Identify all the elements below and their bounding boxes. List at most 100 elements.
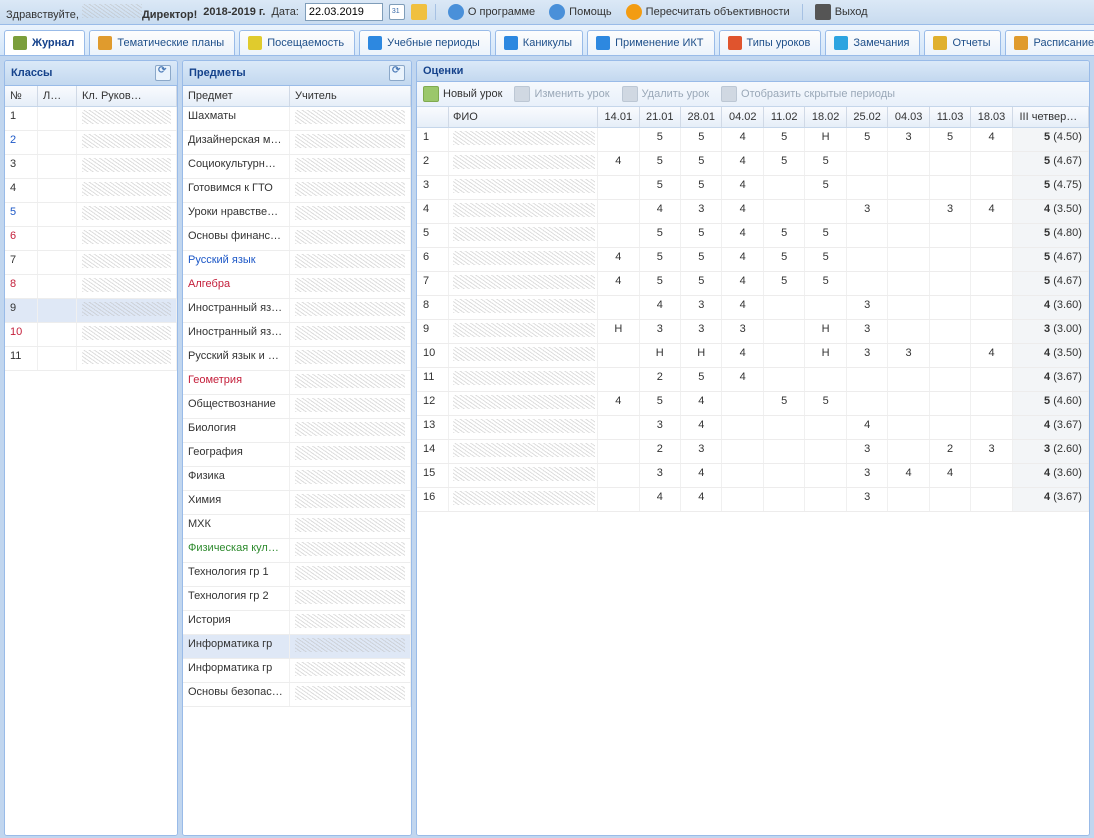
subject-row[interactable]: Русский язык и … bbox=[183, 347, 411, 371]
delete-lesson-button: Удалить урок bbox=[622, 86, 709, 102]
class-row[interactable]: 5 bbox=[5, 203, 177, 227]
grade-row[interactable]: 355455 (4.75) bbox=[417, 176, 1089, 200]
recalc-button[interactable]: Пересчитать объективности bbox=[622, 2, 794, 22]
about-button[interactable]: О программе bbox=[444, 2, 539, 22]
subject-row[interactable]: Иностранный яз… bbox=[183, 323, 411, 347]
tab-icon bbox=[248, 36, 262, 50]
subjects-header: Предметы bbox=[183, 61, 411, 86]
subject-row[interactable]: Обществознание bbox=[183, 395, 411, 419]
classes-panel: Классы № Л… Кл. Руков… 1234567891011 bbox=[4, 60, 178, 836]
tab-отчеты[interactable]: Отчеты bbox=[924, 30, 1001, 55]
subject-row[interactable]: Основы безопас… bbox=[183, 683, 411, 707]
tab-label: Применение ИКТ bbox=[615, 37, 703, 49]
tab-label: Каникулы bbox=[523, 37, 572, 49]
grade-row[interactable]: 9Н333Н33 (3.00) bbox=[417, 320, 1089, 344]
grade-row[interactable]: 15545Н53545 (4.50) bbox=[417, 128, 1089, 152]
grade-row[interactable]: 44343344 (3.50) bbox=[417, 200, 1089, 224]
classes-body: № Л… Кл. Руков… 1234567891011 bbox=[5, 86, 177, 835]
calendar-icon[interactable] bbox=[389, 4, 405, 20]
tab-label: Учебные периоды bbox=[387, 37, 480, 49]
grade-row[interactable]: 14233233 (2.60) bbox=[417, 440, 1089, 464]
grade-row[interactable]: 12454555 (4.60) bbox=[417, 392, 1089, 416]
grade-row[interactable]: 133444 (3.67) bbox=[417, 416, 1089, 440]
tab-типы-уроков[interactable]: Типы уроков bbox=[719, 30, 822, 55]
class-row[interactable]: 2 bbox=[5, 131, 177, 155]
greeting: Здравствуйте, Директор! bbox=[6, 4, 197, 21]
subject-row[interactable]: История bbox=[183, 611, 411, 635]
tab-icon bbox=[504, 36, 518, 50]
class-row[interactable]: 10 bbox=[5, 323, 177, 347]
refresh-icon[interactable] bbox=[389, 65, 405, 81]
class-row[interactable]: 7 bbox=[5, 251, 177, 275]
subject-row[interactable]: Технология гр 2 bbox=[183, 587, 411, 611]
subject-row[interactable]: Физика bbox=[183, 467, 411, 491]
main-area: Классы № Л… Кл. Руков… 1234567891011 Пре… bbox=[0, 56, 1094, 838]
subjects-panel: Предметы Предмет Учитель ШахматыДизайнер… bbox=[182, 60, 412, 836]
tab-label: Тематические планы bbox=[117, 37, 224, 49]
subject-row[interactable]: Химия bbox=[183, 491, 411, 515]
subject-row[interactable]: Геометрия bbox=[183, 371, 411, 395]
help-icon bbox=[549, 4, 565, 20]
grade-row[interactable]: 64554555 (4.67) bbox=[417, 248, 1089, 272]
tab-icon bbox=[596, 36, 610, 50]
tab-icon bbox=[13, 36, 27, 50]
tab-label: Замечания bbox=[853, 37, 909, 49]
tab-каникулы[interactable]: Каникулы bbox=[495, 30, 583, 55]
exit-icon bbox=[815, 4, 831, 20]
grade-row[interactable]: 164434 (3.67) bbox=[417, 488, 1089, 512]
refresh-icon[interactable] bbox=[155, 65, 171, 81]
tab-журнал[interactable]: Журнал bbox=[4, 30, 85, 55]
tab-label: Типы уроков bbox=[747, 37, 811, 49]
subject-row[interactable]: Основы финанс… bbox=[183, 227, 411, 251]
grade-row[interactable]: 15343444 (3.60) bbox=[417, 464, 1089, 488]
new-lesson-button[interactable]: Новый урок bbox=[423, 86, 502, 102]
class-row[interactable]: 3 bbox=[5, 155, 177, 179]
tab-расписание[interactable]: Расписание bbox=[1005, 30, 1094, 55]
subject-row[interactable]: Алгебра bbox=[183, 275, 411, 299]
subject-row[interactable]: Иностранный яз… bbox=[183, 299, 411, 323]
delete-icon bbox=[622, 86, 638, 102]
subject-row[interactable]: Информатика гр bbox=[183, 635, 411, 659]
subject-row[interactable]: Русский язык bbox=[183, 251, 411, 275]
class-row[interactable]: 6 bbox=[5, 227, 177, 251]
class-row[interactable]: 8 bbox=[5, 275, 177, 299]
subject-row[interactable]: Технология гр 1 bbox=[183, 563, 411, 587]
tab-применение-икт[interactable]: Применение ИКТ bbox=[587, 30, 714, 55]
recalc-icon bbox=[626, 4, 642, 20]
subject-row[interactable]: Дизайнерская м… bbox=[183, 131, 411, 155]
grade-row[interactable]: 112544 (3.67) bbox=[417, 368, 1089, 392]
subject-row[interactable]: Уроки нравстве… bbox=[183, 203, 411, 227]
school-year: 2018-2019 г. bbox=[203, 6, 265, 18]
help-button[interactable]: Помощь bbox=[545, 2, 616, 22]
plus-icon bbox=[423, 86, 439, 102]
class-row[interactable]: 4 bbox=[5, 179, 177, 203]
tab-учебные-периоды[interactable]: Учебные периоды bbox=[359, 30, 491, 55]
tab-label: Расписание bbox=[1033, 37, 1094, 49]
subject-row[interactable]: Готовимся к ГТО bbox=[183, 179, 411, 203]
tab-label: Посещаемость bbox=[267, 37, 344, 49]
lock-icon[interactable] bbox=[411, 4, 427, 20]
tab-посещаемость[interactable]: Посещаемость bbox=[239, 30, 355, 55]
subject-row[interactable]: География bbox=[183, 443, 411, 467]
subject-row[interactable]: Информатика гр bbox=[183, 659, 411, 683]
exit-button[interactable]: Выход bbox=[811, 2, 872, 22]
tab-label: Отчеты bbox=[952, 37, 990, 49]
class-row[interactable]: 9 bbox=[5, 299, 177, 323]
subject-row[interactable]: Шахматы bbox=[183, 107, 411, 131]
edit-lesson-button: Изменить урок bbox=[514, 86, 609, 102]
subject-row[interactable]: Биология bbox=[183, 419, 411, 443]
grade-row[interactable]: 74554555 (4.67) bbox=[417, 272, 1089, 296]
date-input[interactable] bbox=[305, 3, 383, 21]
grade-row[interactable]: 5554555 (4.80) bbox=[417, 224, 1089, 248]
class-row[interactable]: 11 bbox=[5, 347, 177, 371]
tab-замечания[interactable]: Замечания bbox=[825, 30, 920, 55]
tab-тематические-планы[interactable]: Тематические планы bbox=[89, 30, 235, 55]
grade-row[interactable]: 843434 (3.60) bbox=[417, 296, 1089, 320]
class-row[interactable]: 1 bbox=[5, 107, 177, 131]
tab-icon bbox=[834, 36, 848, 50]
subject-row[interactable]: МХК bbox=[183, 515, 411, 539]
subject-row[interactable]: Социокультурн… bbox=[183, 155, 411, 179]
grade-row[interactable]: 10НН4Н3344 (3.50) bbox=[417, 344, 1089, 368]
subject-row[interactable]: Физическая кул… bbox=[183, 539, 411, 563]
grade-row[interactable]: 24554555 (4.67) bbox=[417, 152, 1089, 176]
